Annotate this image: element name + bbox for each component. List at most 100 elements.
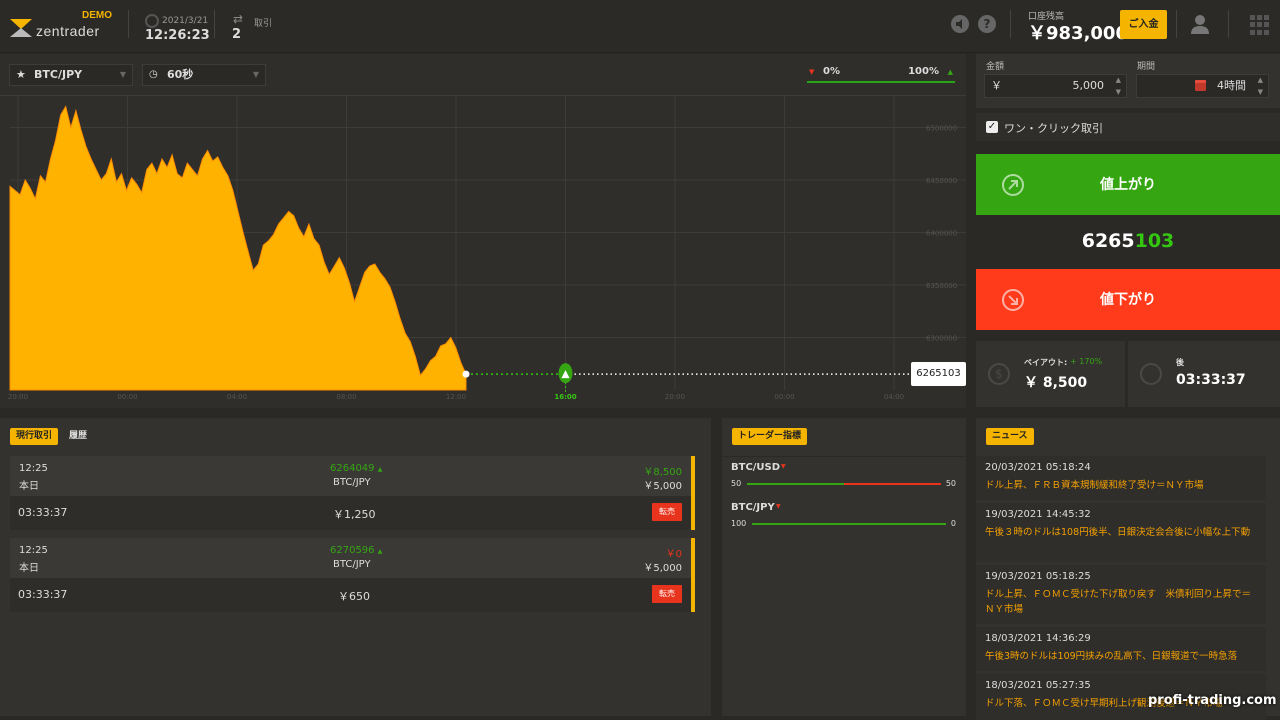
trade-time: 12:25 [19,545,48,556]
trade-card[interactable]: 12:25 本日 6264049 ▲ BTC/JPY ￥8,500 ￥5,000… [10,456,695,530]
news-date: 18/03/2021 14:36:29 [985,633,1091,644]
stepper-icon[interactable]: ▲ ▼ [1116,74,1121,98]
asset-selector[interactable]: ★ BTC/JPY ▼ [9,64,133,86]
arrow-down-icon: ▼ [809,68,815,76]
y-axis: 6500000 6450000 6400000 6350000 6300000 [926,125,957,343]
period-input[interactable]: 4時間 ▲ ▼ [1136,74,1269,98]
pct-right: 100% [908,66,939,77]
tab-history[interactable]: 履歴 [63,428,93,445]
put-down-label: 値下がり [1100,292,1156,308]
y-tick-label: 6500000 [926,125,957,133]
clock-icon: ◷ [149,69,158,80]
trade-payout: ￥0 [665,549,682,560]
user-icon[interactable] [1190,13,1210,35]
chevron-down-icon: ▼ [252,70,259,79]
tab-current-trades[interactable]: 現行取引 [10,428,59,445]
sell-button[interactable]: 転売 [652,585,682,603]
arrow-up-icon: ▲ [947,68,953,76]
expiry-box: 後 03:33:37 [1128,341,1280,407]
news-item[interactable]: 19/03/2021 14:45:32 午後３時のドルは108円後半、日銀決定会… [976,503,1266,562]
apps-grid-icon[interactable] [1250,15,1270,35]
logo-text: zentrader [36,23,100,39]
trade-entry-price: 6264049 ▲ [330,463,383,474]
trade-amount: ￥5,000 [643,481,682,492]
payout-box: $ ペイアウト: + 170% ￥ 8,500 [976,341,1125,407]
x-tick-label: 20:00 [665,393,685,401]
timeframe-label: 60秒 [167,68,194,81]
indicator-row: BTC/JPY ▼ 100 0 [722,500,966,540]
watermark: profi-trading.com [1148,693,1277,708]
trade-footer: 03:33:37 ￥650 転売 [10,578,691,612]
pct-left: 0% [823,66,840,77]
trades-panel: 現行取引 履歴 12:25 本日 6264049 ▲ BTC/JPY ￥8,50… [0,418,711,716]
volume-icon[interactable] [951,15,969,33]
price-dot [462,370,470,378]
deposit-button[interactable]: ご入金 [1120,10,1167,39]
price-highlight: 103 [1134,230,1175,252]
indicator-pair: BTC/USD [731,462,781,473]
indicator-row: BTC/USD ▼ 50 50 [722,460,966,500]
trade-payout: ￥8,500 [643,467,682,478]
news-item[interactable]: 19/03/2021 05:18:25 ドル上昇、ＦＯＭＣ受けた下げ取り戻す 米… [976,565,1266,624]
indicator-pair: BTC/JPY [731,502,775,513]
indicator-bar [747,483,941,485]
divider [128,10,129,38]
call-up-label: 値上がり [1100,177,1156,193]
amount-input[interactable]: ￥ 5,000 ▲ ▼ [984,74,1127,98]
divider [1176,10,1177,38]
expiry-marker[interactable] [462,363,912,392]
divider [214,10,215,38]
trade-asset: BTC/JPY [333,477,371,488]
chart-panel: ★ BTC/JPY ▼ ◷ 60秒 ▼ ▼ 0% 100% ▲ 6500000 6… [0,54,966,408]
period-value: 4時間 [1217,79,1246,92]
price-area [9,105,467,391]
call-up-button[interactable]: 値上がり [976,154,1280,215]
star-icon[interactable]: ★ [16,65,26,85]
tab-trader-indicators[interactable]: トレーダー指標 [732,428,808,445]
trade-footer: 03:33:37 ￥1,250 転売 [10,496,691,530]
zentrader-logo[interactable]: zentrader DEMO [10,9,120,43]
header-time: 12:26:23 [145,28,210,43]
current-price-tag: 6265103 [911,362,966,387]
news-text: ドル上昇、ＦＲＢ資本規制緩和終了受け＝ＮＹ市場 [985,480,1204,491]
one-click-row[interactable]: ✓ ワン・クリック取引 [976,113,1280,141]
trade-time: 12:25 [19,463,48,474]
trade-day: 本日 [19,563,39,574]
demo-badge: DEMO [82,10,112,21]
period-label: 期間 [1137,62,1156,72]
news-date: 19/03/2021 05:18:25 [985,571,1091,582]
put-down-button[interactable]: 値下がり [976,269,1280,330]
trade-card[interactable]: 12:25 本日 6270596 ▲ BTC/JPY ￥0 ￥5,000 03:… [10,538,695,612]
swap-arrows-icon: ⇄ [233,12,244,26]
news-text: 午後３時のドルは108円後半、日銀決定会合後に小幅な上下動 [985,527,1251,538]
news-date: 19/03/2021 14:45:32 [985,509,1091,520]
indicator-left: 50 [731,479,742,488]
price-chart[interactable]: 6500000 6450000 6400000 6350000 6300000 20:0… [0,96,966,408]
trade-value: ￥1,250 [333,508,376,521]
trade-amount: ￥5,000 [643,563,682,574]
x-tick-label: 00:00 [117,393,137,401]
sentiment-bar: ▼ 0% 100% ▲ [807,66,955,82]
clock-icon [145,14,159,28]
balance-value: ￥983,000 [1028,23,1128,44]
x-tick-label: 00:00 [774,393,794,401]
amount-value: 5,000 [1072,79,1105,92]
divider [1010,10,1011,38]
divider [722,456,966,457]
help-icon[interactable]: ? [978,15,996,33]
sell-button[interactable]: 転売 [652,503,682,521]
trade-asset: BTC/JPY [333,559,371,570]
news-item[interactable]: 18/03/2021 14:36:29 午後3時のドルは109円挟みの乱高下、日… [976,627,1266,671]
trade-remaining: 03:33:37 [18,588,68,601]
stepper-icon[interactable]: ▲ ▼ [1258,74,1263,98]
indicator-bar [752,523,946,525]
tab-news[interactable]: ニュース [986,428,1034,445]
news-item[interactable]: 20/03/2021 05:18:24 ドル上昇、ＦＲＢ資本規制緩和終了受け＝Ｎ… [976,456,1266,500]
top-bar: zentrader DEMO 2021/3/21 12:26:23 ⇄ 取引 2… [0,0,1280,53]
clock-icon [1140,363,1162,385]
dollar-icon: $ [988,363,1010,385]
time-label: 後 [1176,358,1184,367]
one-click-label: ワン・クリック取引 [1004,122,1103,135]
one-click-checkbox[interactable]: ✓ [986,121,998,133]
timeframe-selector[interactable]: ◷ 60秒 ▼ [142,64,266,86]
